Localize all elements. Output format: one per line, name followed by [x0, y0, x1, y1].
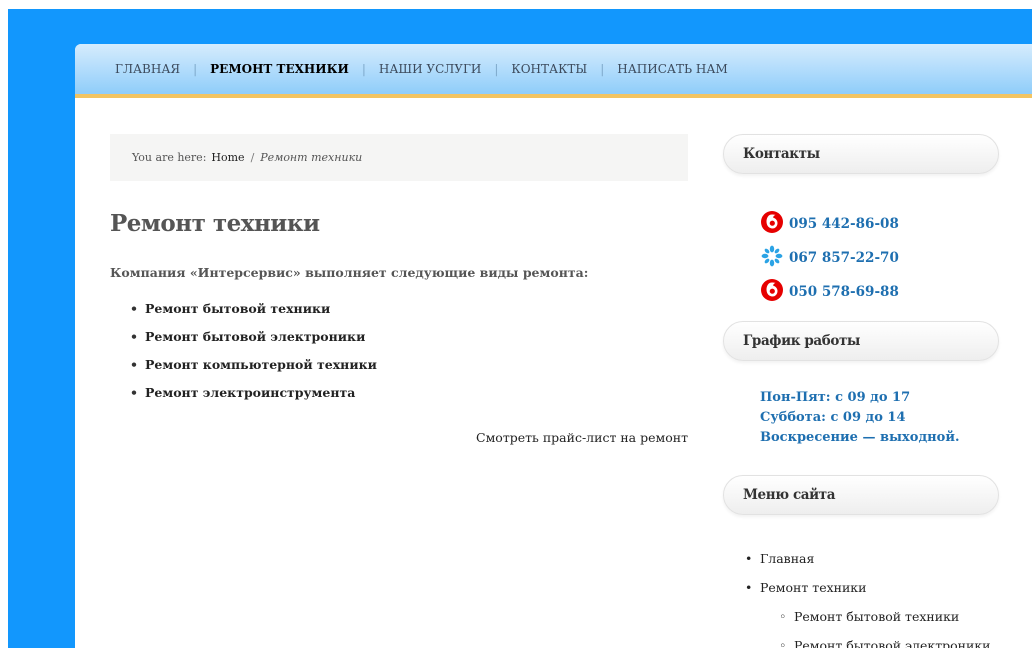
- kyivstar-icon: [760, 242, 784, 268]
- bullet-icon: •: [130, 329, 138, 344]
- submenu-item[interactable]: ◦ Ремонт бытовой техники: [745, 602, 990, 631]
- submenu-item-label: Ремонт бытовой техники: [794, 609, 960, 624]
- phone-link[interactable]: 095 442-86-08: [789, 216, 899, 232]
- services-list: • Ремонт бытовой техники • Ремонт бытовой …: [130, 301, 377, 413]
- list-item: • Ремонт бытовой электроники: [130, 329, 377, 357]
- price-list-link[interactable]: Смотреть прайс-лист на ремонт: [476, 430, 688, 445]
- nav-list: ГЛАВНАЯ | РЕМОНТ ТЕХНИКИ | НАШИ УСЛУГИ |…: [115, 44, 728, 94]
- vodafone-icon: [760, 208, 784, 234]
- list-item: • Ремонт бытовой техники: [130, 301, 377, 329]
- service-label: Ремонт бытовой электроники: [145, 329, 366, 344]
- site-menu-widget-title: Меню сайта: [723, 475, 999, 515]
- menu-item[interactable]: • Ремонт техники: [745, 573, 990, 602]
- circle-bullet-icon: ◦: [779, 638, 787, 648]
- schedule-list: Пон-Пят: с 09 до 17 Суббота: с 09 до 14 …: [760, 388, 960, 448]
- submenu-item-label: Ремонт бытовой электроники: [794, 638, 991, 648]
- vodafone-icon: [760, 276, 784, 302]
- nav-item-contacts[interactable]: КОНТАКТЫ: [511, 62, 587, 76]
- intro-text: Компания «Интерсервис» выполняет следующ…: [110, 265, 589, 280]
- phone-link[interactable]: 067 857-22-70: [789, 250, 899, 266]
- contact-row: 050 578-69-88: [760, 268, 899, 302]
- submenu-item[interactable]: ◦ Ремонт бытовой электроники: [745, 631, 990, 648]
- bullet-icon: •: [130, 357, 138, 372]
- nav-item-write-us[interactable]: НАПИСАТЬ НАМ: [617, 62, 728, 76]
- breadcrumb-inner: You are here: Home / Ремонт техники: [132, 151, 362, 164]
- bullet-icon: •: [745, 551, 753, 566]
- breadcrumb-prefix: You are here:: [132, 151, 207, 164]
- nav-separator: |: [193, 62, 198, 76]
- bullet-icon: •: [130, 385, 138, 400]
- nav-separator: |: [600, 62, 605, 76]
- nav-item-repair[interactable]: РЕМОНТ ТЕХНИКИ: [210, 62, 349, 76]
- service-label: Ремонт компьютерной техники: [145, 357, 377, 372]
- menu-item[interactable]: • Главная: [745, 544, 990, 573]
- bullet-icon: •: [745, 580, 753, 595]
- site-menu: • Главная • Ремонт техники ◦ Ремонт бытовой…: [745, 544, 990, 648]
- service-label: Ремонт бытовой техники: [145, 301, 331, 316]
- nav-separator: |: [494, 62, 499, 76]
- page-title: Ремонт техники: [110, 210, 320, 237]
- breadcrumb-separator: /: [250, 151, 255, 164]
- circle-bullet-icon: ◦: [779, 609, 787, 624]
- contact-row: 095 442-86-08: [760, 200, 899, 234]
- menu-item-label: Ремонт техники: [760, 580, 867, 595]
- bullet-icon: •: [130, 301, 138, 316]
- contact-row: 067 857-22-70: [760, 234, 899, 268]
- service-label: Ремонт электроинструмента: [145, 385, 356, 400]
- nav-item-home[interactable]: ГЛАВНАЯ: [115, 62, 180, 76]
- nav-separator: |: [361, 62, 366, 76]
- menu-item-label: Главная: [760, 551, 815, 566]
- nav-item-services[interactable]: НАШИ УСЛУГИ: [379, 62, 481, 76]
- list-item: • Ремонт компьютерной техники: [130, 357, 377, 385]
- schedule-widget-title: График работы: [723, 321, 999, 361]
- list-item: • Ремонт электроинструмента: [130, 385, 377, 413]
- schedule-line: Суббота: с 09 до 14: [760, 410, 906, 425]
- breadcrumb: You are here: Home / Ремонт техники: [110, 134, 688, 181]
- contacts-widget-title: Контакты: [723, 134, 999, 174]
- schedule-line: Воскресение — выходной.: [760, 430, 960, 445]
- breadcrumb-current: Ремонт техники: [260, 151, 363, 164]
- phone-link[interactable]: 050 578-69-88: [789, 284, 899, 300]
- main-navigation: ГЛАВНАЯ | РЕМОНТ ТЕХНИКИ | НАШИ УСЛУГИ |…: [75, 44, 1032, 98]
- contacts-list: 095 442-86-08 067 857-22-70 050 578-69-8…: [760, 200, 899, 302]
- breadcrumb-home-link[interactable]: Home: [211, 151, 244, 164]
- page-container: ГЛАВНАЯ | РЕМОНТ ТЕХНИКИ | НАШИ УСЛУГИ |…: [75, 44, 1032, 648]
- schedule-line: Пон-Пят: с 09 до 17: [760, 390, 911, 405]
